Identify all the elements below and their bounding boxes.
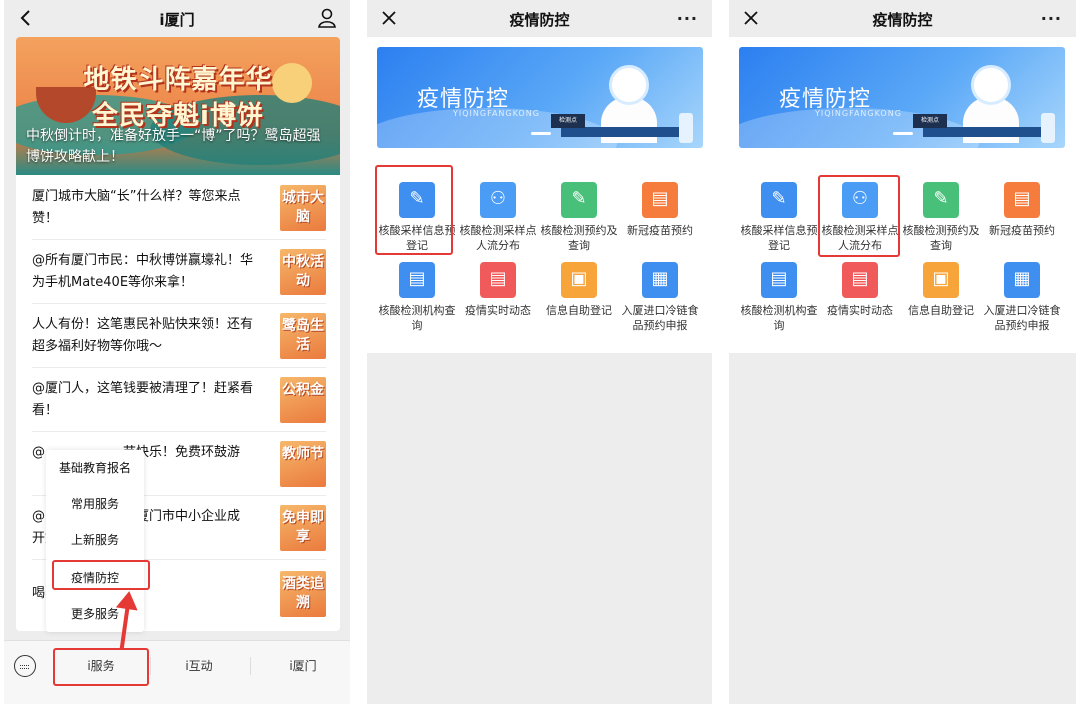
ixiamen-screen: i厦门 地铁斗阵嘉年华 全民夺魁i博饼 中秋倒计时，准备好放手一“博”了吗？鹭岛…	[4, 0, 350, 704]
service-label: 核酸检测机构查询	[378, 304, 456, 332]
list-item[interactable]: 厦门城市大脑“长”什么样？等您来点赞！ 城市大脑	[16, 177, 340, 240]
page-title: 疫情防控	[509, 11, 570, 29]
page-title: i厦门	[159, 11, 195, 29]
list-item[interactable]: @厦门人，这笔钱要被清理了！赶紧看看！ 公积金	[16, 369, 340, 432]
test-tube-icon: ✎	[561, 182, 597, 218]
plaque-label: 检测点	[551, 114, 585, 128]
article-thumbnail: 中秋活动	[280, 249, 326, 295]
tab-i-xiamen[interactable]: i厦门	[258, 657, 348, 674]
doctor-illustration	[609, 65, 649, 105]
people-icon: ⚇	[480, 182, 516, 218]
hero-subtitle: YIQINGFANGKONG	[453, 109, 540, 118]
service-label: 入厦进口冷链食品预约申报	[983, 304, 1061, 332]
hero-banner: 疫情防控 YIQINGFANGKONG 检测点	[739, 47, 1065, 148]
service-label: 疫情实时动态	[465, 304, 531, 317]
service-label: 信息自助登记	[546, 304, 612, 317]
spray-bottle-icon	[1041, 113, 1055, 143]
article-thumbnail: 城市大脑	[280, 185, 326, 231]
document-icon: ▤	[399, 262, 435, 298]
article-thumbnail: 教师节	[280, 441, 326, 487]
person-icon[interactable]	[316, 8, 338, 28]
banner-headline-1: 地铁斗阵嘉年华	[83, 65, 273, 95]
banner-caption: 中秋倒计时，准备好放手一“博”了吗？鹭岛超强博饼攻略献上！	[26, 128, 321, 165]
service-label: 核酸采样信息预登记	[740, 224, 818, 252]
article-thumbnail: 酒类追溯	[280, 571, 326, 617]
test-tube-icon: ✎	[923, 182, 959, 218]
highlight-box	[818, 175, 900, 257]
doctor-illustration	[971, 65, 1011, 105]
epidemic-control-screen: 疫情防控 ··· 疫情防控 YIQINGFANGKONG 检测点 ✎ 核酸采样信…	[367, 0, 712, 704]
article-title: @所有厦门市民：中秋博饼赢壕礼！华为手机Mate40E等你来拿！	[32, 253, 254, 290]
article-title: 厦门城市大脑“长”什么样？等您来点赞！	[32, 189, 241, 226]
article-title: @厦门人，这笔钱要被清理了！赶紧看看！	[32, 381, 254, 418]
service-label: 信息自助登记	[908, 304, 974, 317]
highlight-box	[52, 560, 150, 590]
list-item[interactable]: 人人有份！这笔惠民补贴快来领！还有超多福利好物等你哦～ 鹭岛生活	[16, 305, 340, 368]
nav-bar: 疫情防控 ···	[729, 0, 1076, 37]
plaque-label: 检测点	[913, 114, 947, 128]
article-thumbnail: 鹭岛生活	[280, 313, 326, 359]
service-label: 新冠疫苗预约	[989, 224, 1055, 237]
test-tube-icon: ✎	[761, 182, 797, 218]
arrow-head-icon	[115, 589, 141, 611]
spray-bottle-icon	[679, 113, 693, 143]
service-label: 核酸检测预约及查询	[902, 224, 980, 252]
menu-item-basic-education[interactable]: 基础教育报名	[46, 450, 144, 486]
nav-bar: 疫情防控 ···	[367, 0, 712, 37]
service-label: 新冠疫苗预约	[627, 224, 693, 237]
service-label: 核酸检测采样点人流分布	[459, 224, 537, 252]
menu-item-common-services[interactable]: 常用服务	[46, 486, 144, 522]
service-label: 疫情实时动态	[827, 304, 893, 317]
highlight-box	[53, 648, 149, 686]
id-card-icon: ▣	[923, 262, 959, 298]
document-icon: ▤	[761, 262, 797, 298]
nav-bar: i厦门	[4, 0, 350, 37]
keyboard-icon[interactable]	[14, 655, 36, 677]
calendar-icon: ▦	[1004, 262, 1040, 298]
menu-item-new-services[interactable]: 上新服务	[46, 522, 144, 558]
hero-banner: 疫情防控 YIQINGFANGKONG 检测点	[377, 47, 703, 148]
service-label: 入厦进口冷链食品预约申报	[621, 304, 699, 332]
epidemic-control-screen: 疫情防控 ··· 疫情防控 YIQINGFANGKONG 检测点 ✎ 核酸采样信…	[729, 0, 1076, 704]
article-thumbnail: 免申即享	[280, 505, 326, 551]
document-icon: ▤	[842, 262, 878, 298]
more-icon[interactable]: ···	[677, 9, 698, 28]
service-label: 核酸检测机构查询	[740, 304, 818, 332]
document-icon: ▤	[642, 182, 678, 218]
list-item[interactable]: @所有厦门市民：中秋博饼赢壕礼！华为手机Mate40E等你来拿！ 中秋活动	[16, 241, 340, 304]
document-icon: ▤	[1004, 182, 1040, 218]
hero-subtitle: YIQINGFANGKONG	[815, 109, 902, 118]
document-icon: ▤	[480, 262, 516, 298]
article-thumbnail: 公积金	[280, 377, 326, 423]
highlight-box	[375, 165, 453, 255]
service-label: 核酸检测预约及查询	[540, 224, 618, 252]
calendar-icon: ▦	[642, 262, 678, 298]
more-icon[interactable]: ···	[1041, 9, 1062, 28]
article-title: 人人有份！这笔惠民补贴快来领！还有超多福利好物等你哦～	[32, 317, 254, 354]
page-title: 疫情防控	[872, 11, 933, 29]
tab-i-interact[interactable]: i互动	[154, 657, 244, 674]
id-card-icon: ▣	[561, 262, 597, 298]
promo-banner[interactable]: 地铁斗阵嘉年华 全民夺魁i博饼 中秋倒计时，准备好放手一“博”了吗？鹭岛超强博饼…	[16, 37, 340, 175]
